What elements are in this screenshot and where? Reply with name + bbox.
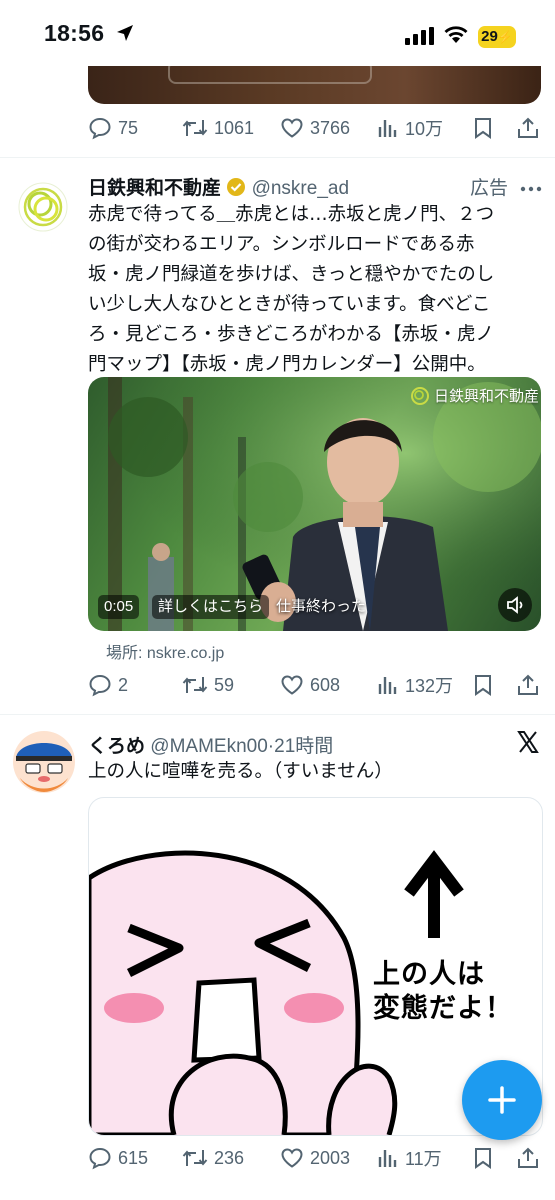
bookmark-icon	[475, 1148, 491, 1169]
verified-badge-icon	[227, 178, 246, 196]
like-button[interactable]: 2003	[280, 1143, 350, 1173]
retweet-button[interactable]: 236	[182, 1143, 244, 1173]
like-button[interactable]: 608	[280, 670, 340, 700]
views-icon	[378, 120, 397, 137]
share-icon	[518, 1147, 538, 1168]
tweet-text-line: 坂・虎ノ門緑道を歩けば、きっと穏やかでたのし	[88, 264, 495, 285]
reply-count: 75	[118, 117, 139, 138]
tweet2-text: 赤虎で待ってる＿赤虎とは…赤坂と虎ノ門、２つ の街が交わるエリア。シンボルロード…	[88, 200, 494, 380]
tweet3-header: くろめ @MAMEkn00·21時間	[88, 731, 333, 758]
more-options-icon[interactable]	[520, 186, 542, 192]
bookmark-button[interactable]	[472, 113, 494, 143]
tweet-text-line: の街が交わるエリア。シンボルロードである赤	[88, 234, 475, 255]
bookmark-button[interactable]	[472, 1143, 494, 1173]
reply-button[interactable]: 2	[88, 670, 128, 700]
ad-location-link[interactable]: 場所: nskre.co.jp	[106, 639, 224, 663]
advertiser-avatar[interactable]	[18, 182, 68, 232]
tweet3-action-bar: 615 236 2003 11万	[88, 1143, 548, 1173]
handle[interactable]: @MAMEkn00	[150, 736, 268, 757]
video-timestamp: 0:05	[98, 595, 140, 619]
tweet-text-line: 赤虎で待ってる＿赤虎とは…赤坂と虎ノ門、２つ	[88, 204, 495, 225]
views-button[interactable]: 10万	[377, 113, 443, 143]
tweet-text-line: い少し大人なひとときが待っています。食べどこ	[88, 294, 491, 315]
view-count: 11万	[405, 1149, 442, 1169]
status-time: 18:56	[44, 20, 105, 46]
retweet-icon	[182, 1150, 208, 1166]
reply-count: 2	[118, 674, 129, 695]
views-icon	[378, 1150, 397, 1167]
retweet-button[interactable]: 1061	[182, 113, 254, 143]
view-count: 132万	[405, 676, 454, 696]
views-icon	[378, 677, 397, 694]
tweet2-header: 日鉄興和不動産 @nskre_ad	[88, 173, 349, 200]
tweet-divider	[0, 157, 555, 158]
reply-icon	[89, 674, 111, 697]
like-count: 608	[310, 674, 341, 695]
tweet-time[interactable]: ·21時間	[268, 736, 333, 757]
display-name[interactable]: くろめ	[88, 736, 145, 757]
share-icon	[518, 674, 538, 695]
retweet-count: 59	[214, 674, 235, 695]
retweet-icon	[182, 677, 208, 693]
share-icon	[518, 117, 538, 138]
video-subtitle: 仕事終わった	[276, 598, 367, 615]
cellular-signal-icon	[405, 27, 434, 45]
display-name[interactable]: 日鉄興和不動産	[88, 178, 221, 199]
retweet-count: 236	[214, 1147, 245, 1168]
reply-icon	[89, 117, 111, 140]
compose-button[interactable]	[462, 1060, 542, 1140]
share-button[interactable]	[516, 113, 540, 143]
x-logo-icon	[517, 731, 539, 753]
bookmark-icon	[475, 118, 491, 139]
reply-button[interactable]: 615	[88, 1143, 148, 1173]
brand-logo-icon	[411, 386, 429, 405]
battery-indicator: 29⚡	[478, 26, 516, 48]
video-scene	[88, 377, 541, 631]
like-count: 2003	[310, 1147, 351, 1168]
retweet-count: 1061	[214, 117, 255, 138]
ad-video[interactable]: 日鉄興和不動産 0:05 詳しくはこちら 仕事終わった	[88, 377, 541, 631]
like-button[interactable]: 3766	[280, 113, 350, 143]
bookmark-button[interactable]	[472, 670, 494, 700]
brand-watermark-text: 日鉄興和不動産	[434, 388, 540, 405]
heart-icon	[281, 675, 303, 695]
speaker-muted-icon	[507, 596, 523, 614]
tweet1-action-bar: 75 1061 3766 10万	[88, 113, 548, 143]
tweet1-media[interactable]	[88, 66, 541, 104]
retweet-button[interactable]: 59	[182, 670, 234, 700]
like-count: 3766	[310, 117, 351, 138]
retweet-icon	[182, 120, 208, 136]
reply-icon	[89, 1147, 111, 1170]
reply-button[interactable]: 75	[88, 113, 138, 143]
view-count: 10万	[405, 119, 444, 139]
heart-icon	[281, 118, 303, 138]
tweet-text-line: ろ・見どころ・歩きどころがわかる【赤坂・虎ノ	[88, 324, 494, 345]
bookmark-icon	[475, 675, 491, 696]
tweet-text-line: 門マップ】【赤坂・虎ノ門カレンダー】公開中。	[88, 354, 486, 375]
heart-icon	[281, 1148, 303, 1168]
views-button[interactable]: 132万	[377, 670, 453, 700]
plus-icon	[488, 1086, 516, 1114]
meme-caption-line: 上の人は	[373, 959, 485, 990]
meme-caption-line: 変態だよ！	[373, 993, 513, 1024]
brand-watermark: 日鉄興和不動産	[410, 385, 539, 406]
user-avatar[interactable]	[12, 730, 76, 794]
volume-button[interactable]	[498, 588, 532, 622]
wifi-icon	[444, 26, 468, 43]
tweet3-text: 上の人に喧嘩を売る。（すいません）	[88, 761, 393, 782]
ad-label: 広告	[470, 178, 509, 199]
tweet-divider	[0, 714, 555, 715]
learn-more-link[interactable]: 詳しくはこちら	[152, 595, 270, 619]
location-arrow-icon	[117, 25, 133, 41]
media-detail	[168, 66, 372, 84]
share-button[interactable]	[516, 670, 540, 700]
handle[interactable]: @nskre_ad	[252, 178, 349, 199]
share-button[interactable]	[516, 1143, 540, 1173]
status-bar: 18:56 29⚡	[0, 0, 555, 66]
reply-count: 615	[118, 1147, 149, 1168]
views-button[interactable]: 11万	[377, 1143, 442, 1173]
tweet2-action-bar: 2 59 608 132万	[88, 670, 548, 700]
